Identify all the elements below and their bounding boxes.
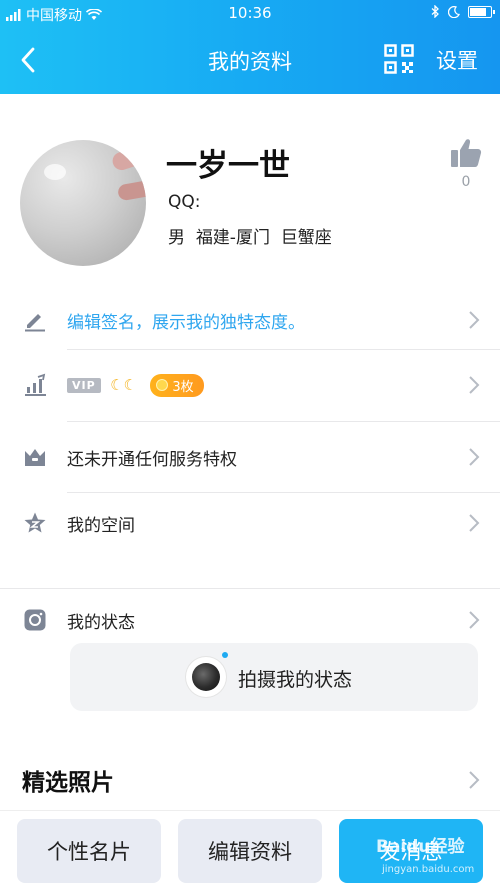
chevron-right-icon [469, 611, 480, 629]
qr-code-icon [384, 44, 414, 74]
divider [67, 421, 500, 422]
chevron-right-icon [469, 514, 480, 532]
edit-profile-button[interactable]: 编辑资料 [178, 819, 322, 883]
watermark-url: jingyan.baidu.com [382, 864, 475, 875]
chevron-right-icon [469, 311, 480, 329]
thumbs-up-icon [451, 139, 482, 167]
crown-icon [22, 444, 48, 470]
pencil-icon [22, 307, 48, 333]
location: 福建-厦门 [195, 228, 270, 248]
like-button[interactable]: 0 [448, 138, 484, 190]
service-row[interactable]: 还未开通任何服务特权 [0, 437, 500, 477]
space-row[interactable]: 我的空间 [0, 503, 500, 543]
avatar[interactable] [20, 140, 146, 266]
status-bar: 中国移动 10:36 [0, 0, 500, 28]
section-divider [0, 588, 500, 589]
chevron-right-icon[interactable] [468, 770, 480, 790]
shoot-status-button[interactable]: 拍摄我的状态 [70, 643, 478, 711]
page-title: 我的资料 [208, 50, 292, 74]
photos-title: 精选照片 [22, 770, 114, 796]
chevron-right-icon [469, 376, 480, 394]
vip-info: VIP ☾☾ 3枚 [67, 373, 204, 397]
level-icon [22, 372, 48, 398]
moon-icon [448, 5, 460, 18]
bluetooth-icon [431, 5, 439, 18]
battery-icon [468, 5, 495, 18]
profile-card: 一岁一世 QQ: 男 福建-厦门 巨蟹座 0 [0, 94, 500, 284]
camera-lens-icon [186, 657, 226, 697]
star-icon [22, 510, 48, 536]
profile-card-button[interactable]: 个性名片 [17, 819, 161, 883]
signature-text: 编辑签名，展示我的独特态度。 [67, 312, 305, 333]
clock: 10:36 [228, 4, 272, 22]
vip-row[interactable]: VIP ☾☾ 3枚 [0, 365, 500, 405]
chevron-right-icon [469, 448, 480, 466]
space-text: 我的空间 [67, 515, 135, 536]
divider [67, 492, 500, 493]
service-text: 还未开通任何服务特权 [67, 449, 237, 470]
gender: 男 [168, 228, 185, 248]
coin-icon [156, 379, 169, 391]
qq-number-label: QQ: [168, 192, 201, 212]
moon-level-icon: ☾☾ [110, 376, 137, 394]
zodiac: 巨蟹座 [280, 228, 332, 248]
shoot-status-label: 拍摄我的状态 [238, 669, 353, 691]
camera-icon [22, 607, 48, 633]
navbar: 我的资料 设置 [0, 34, 500, 86]
coin-badge: 3枚 [150, 373, 204, 397]
signature-row[interactable]: 编辑签名，展示我的独特态度。 [0, 300, 500, 340]
like-count: 0 [461, 174, 471, 190]
watermark: Baidu经验 [376, 837, 465, 857]
header: 中国移动 10:36 我的资料 设置 [0, 0, 500, 94]
settings-button[interactable]: 设置 [436, 45, 478, 75]
qr-code-button[interactable] [384, 44, 414, 74]
coin-count: 3枚 [172, 379, 194, 395]
profile-info: 男 福建-厦门 巨蟹座 [168, 223, 332, 248]
divider [67, 349, 500, 350]
nickname: 一岁一世 [166, 148, 290, 184]
vip-tag: VIP [67, 377, 101, 393]
new-indicator-dot [222, 652, 228, 658]
status-row[interactable]: 我的状态 [0, 600, 500, 640]
status-text: 我的状态 [67, 612, 135, 633]
